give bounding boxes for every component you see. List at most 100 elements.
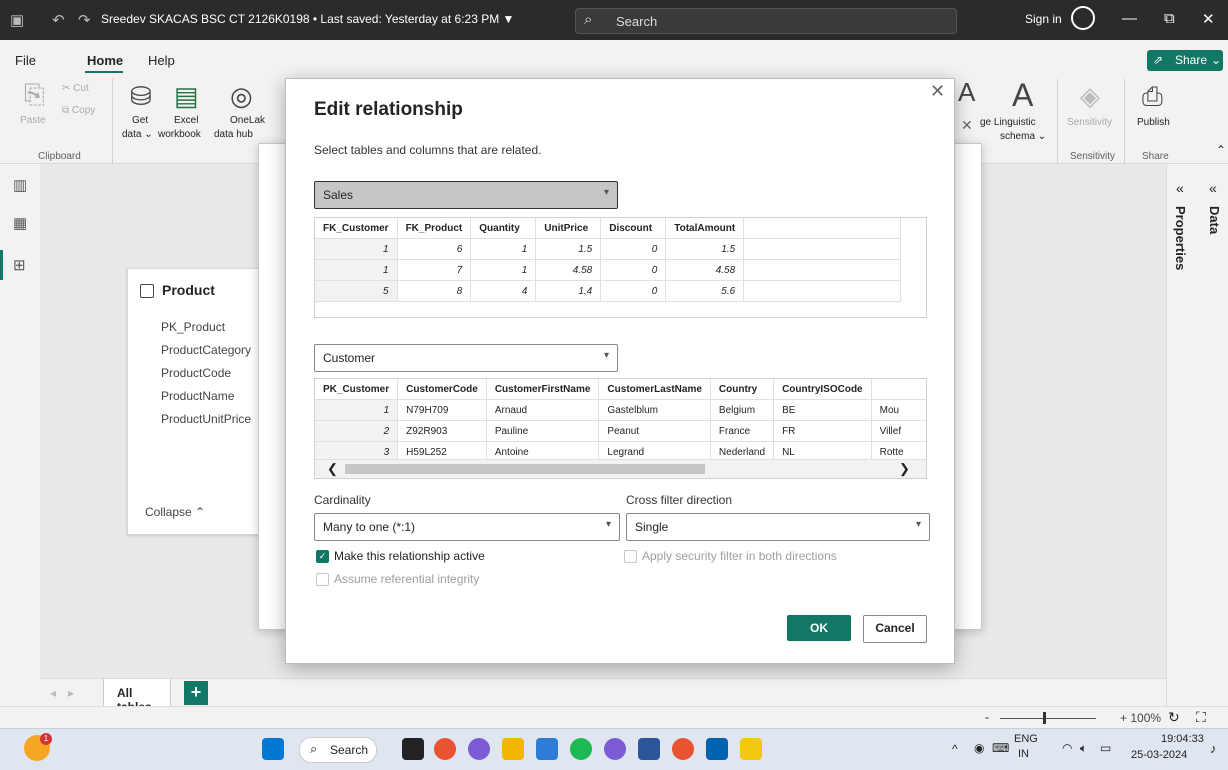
zoom-slider[interactable] [1000, 718, 1096, 719]
minimize-button[interactable]: — [1122, 10, 1137, 27]
cross-filter-select[interactable]: Single ▾ [626, 513, 930, 541]
browser-icon[interactable] [468, 738, 490, 760]
battery-icon[interactable]: ▭ [1100, 741, 1111, 755]
clock-time[interactable]: 19:04:33 [1161, 733, 1204, 745]
table-view-icon[interactable]: ▦ [13, 214, 27, 232]
scroll-right-arrow-icon[interactable]: ❯ [899, 461, 910, 477]
collapse-button[interactable]: Collapse ⌃ [145, 505, 205, 519]
chrome-icon[interactable] [434, 738, 456, 760]
word-icon[interactable] [638, 738, 660, 760]
tray-overflow-icon[interactable]: ^ [952, 742, 958, 756]
keyboard-icon[interactable]: ⌨ [992, 741, 1009, 755]
scroll-left-icon[interactable]: ◂ [50, 686, 56, 700]
windows-start-icon[interactable] [262, 738, 284, 760]
task-view-icon[interactable] [402, 738, 424, 760]
scroll-left-arrow-icon[interactable]: ❮ [327, 461, 338, 477]
security-filter-checkbox[interactable] [624, 550, 637, 563]
cut-button[interactable]: ✂ Cut [62, 83, 89, 94]
field-item[interactable]: ProductCode [161, 366, 231, 380]
cancel-button[interactable]: Cancel [863, 615, 927, 643]
notification-bell-icon[interactable]: ♪ [1210, 741, 1217, 756]
column-header[interactable]: TotalAmount [665, 218, 745, 239]
fit-to-screen-icon[interactable]: ⛶ [1196, 709, 1206, 726]
get-data-button[interactable]: Get [132, 115, 148, 126]
scroll-right-icon[interactable]: ▸ [68, 686, 74, 700]
product-table-card[interactable]: Product PK_Product ProductCategory Produ… [127, 268, 279, 535]
cardinality-select[interactable]: Many to one (*:1) ▾ [314, 513, 620, 541]
chrome-canary-icon[interactable] [604, 738, 626, 760]
volume-icon[interactable]: 🔈︎ [1080, 741, 1087, 756]
paste-button[interactable]: Paste [20, 115, 46, 126]
make-active-checkbox[interactable]: ✓ [316, 550, 329, 563]
wifi-icon[interactable]: ◠ [1062, 741, 1072, 755]
column-header[interactable]: CustomerFirstName [486, 379, 600, 400]
sensitivity-button[interactable]: Sensitivity [1067, 117, 1112, 128]
table1-select[interactable]: Sales ▾ [314, 181, 618, 209]
tab-all-tables[interactable]: All tables [103, 679, 171, 714]
language-indicator[interactable]: ENG [1014, 733, 1038, 745]
publish-button[interactable]: Publish [1137, 117, 1170, 128]
scrollbar-thumb[interactable] [345, 464, 705, 474]
table2-select[interactable]: Customer ▾ [314, 344, 618, 372]
expand-data-icon[interactable]: « [1209, 180, 1217, 196]
share-button[interactable]: ⇗ Share ⌄ [1147, 50, 1223, 71]
save-icon[interactable]: ▣ [10, 11, 24, 29]
zoom-out-button[interactable]: - [985, 710, 989, 724]
copy-button[interactable]: ⧉ Copy [62, 105, 95, 116]
sign-in-link[interactable]: Sign in [1025, 12, 1062, 26]
close-icon[interactable]: ✕ [930, 81, 945, 102]
column-header[interactable]: UnitPrice [535, 218, 602, 239]
properties-pane-label[interactable]: Properties [1173, 206, 1188, 270]
column-header[interactable]: Country [710, 379, 775, 400]
collapse-ribbon-icon[interactable]: ⌃ [1216, 143, 1226, 157]
table2-preview-grid[interactable]: PK_Customer CustomerCode CustomerFirstName… [314, 378, 927, 479]
column-header[interactable]: CustomerCode [397, 379, 487, 400]
column-header[interactable] [871, 379, 926, 400]
document-title[interactable]: Sreedev SKACAS BSC CT 2126K0198 • Last s… [101, 12, 514, 26]
user-icon[interactable] [1071, 6, 1095, 30]
file-explorer-icon[interactable] [502, 738, 524, 760]
make-active-label[interactable]: Make this relationship active [334, 549, 485, 563]
menu-home[interactable]: Home [87, 53, 123, 68]
field-item[interactable]: PK_Product [161, 320, 225, 334]
reset-zoom-icon[interactable]: ↻ [1168, 709, 1180, 726]
close-pane-icon[interactable]: ✕ [961, 117, 973, 134]
power-bi-icon[interactable] [740, 738, 762, 760]
column-header[interactable]: CountryISOCode [773, 379, 872, 400]
taskbar-search[interactable]: ⌕ Search [299, 737, 377, 763]
field-item[interactable]: ProductUnitPrice [161, 412, 251, 426]
model-view-icon[interactable]: ⊞ [13, 256, 26, 274]
close-window-button[interactable]: ✕ [1202, 10, 1215, 28]
onelake-button[interactable]: OneLak [230, 115, 265, 126]
zoom-slider-thumb[interactable] [1043, 712, 1046, 724]
column-header[interactable]: FK_Customer [315, 218, 398, 239]
column-header[interactable]: PK_Customer [315, 379, 399, 400]
column-header[interactable]: Quantity [470, 218, 537, 239]
tray-app-icon[interactable]: ◉ [974, 741, 984, 755]
restore-button[interactable]: ⧉ [1164, 10, 1175, 27]
data-pane-label[interactable]: Data [1207, 206, 1222, 234]
news-icon[interactable] [536, 738, 558, 760]
referential-integrity-checkbox[interactable] [316, 573, 329, 586]
linguistic-schema-button[interactable]: ge Linguistic [980, 117, 1036, 128]
spotify-icon[interactable] [570, 738, 592, 760]
clock-date[interactable]: 25-03-2024 [1131, 749, 1187, 761]
horizontal-scrollbar[interactable]: ❮ ❯ [315, 459, 926, 478]
add-layout-button[interactable]: + [184, 681, 208, 705]
report-view-icon[interactable]: ▥ [13, 176, 27, 194]
field-item[interactable]: ProductName [161, 389, 234, 403]
store-icon[interactable] [706, 738, 728, 760]
menu-help[interactable]: Help [148, 53, 175, 68]
zoom-level[interactable]: + 100% [1120, 711, 1161, 725]
column-header[interactable]: Discount [600, 218, 667, 239]
column-header[interactable]: CustomerLastName [598, 379, 711, 400]
excel-button[interactable]: Excel [174, 115, 198, 126]
undo-icon[interactable]: ↶ [52, 11, 65, 29]
menu-file[interactable]: File [15, 53, 36, 68]
expand-properties-icon[interactable]: « [1176, 180, 1184, 196]
chrome-profile-icon[interactable] [672, 738, 694, 760]
redo-icon[interactable]: ↷ [78, 11, 91, 29]
ok-button[interactable]: OK [787, 615, 851, 641]
field-item[interactable]: ProductCategory [161, 343, 251, 357]
table1-preview-grid[interactable]: FK_Customer FK_Product Quantity UnitPrice Di… [314, 217, 927, 318]
